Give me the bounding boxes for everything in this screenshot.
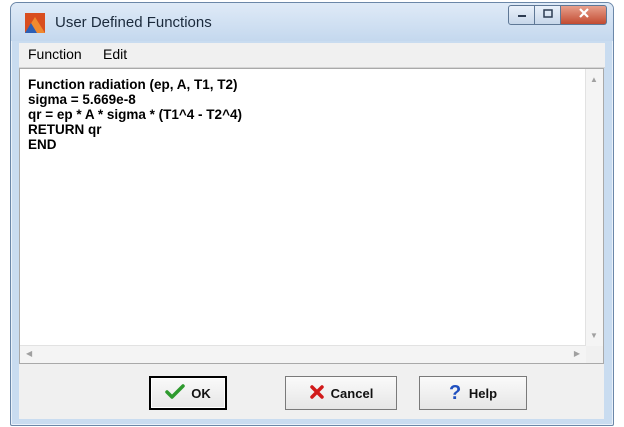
dialog-window: User Defined Functions Function Edit Fun… [10, 2, 614, 426]
minimize-icon [516, 6, 528, 24]
checkmark-icon [165, 383, 185, 403]
scroll-left-arrow-icon[interactable]: ◀ [26, 349, 32, 358]
button-bar: OK Cancel ? Help [19, 364, 604, 419]
vertical-scrollbar[interactable]: ▲ ▼ [585, 69, 603, 346]
scrollbar-corner [586, 346, 603, 363]
cancel-button[interactable]: Cancel [285, 376, 397, 410]
function-code-text[interactable]: Function radiation (ep, A, T1, T2) sigma… [28, 77, 242, 152]
maximize-icon [542, 6, 554, 24]
cancel-label: Cancel [330, 385, 374, 401]
maximize-button[interactable] [535, 5, 561, 25]
svg-text:?: ? [449, 382, 461, 402]
scroll-up-arrow-icon[interactable]: ▲ [590, 75, 598, 84]
ok-label: OK [191, 385, 211, 401]
horizontal-scrollbar[interactable]: ◀ ▶ [20, 345, 586, 363]
x-icon [309, 384, 325, 403]
close-icon [577, 6, 591, 24]
close-button[interactable] [561, 5, 607, 25]
minimize-button[interactable] [508, 5, 535, 25]
scroll-right-arrow-icon[interactable]: ▶ [574, 349, 580, 358]
title-bar[interactable]: User Defined Functions [11, 3, 613, 41]
ok-button[interactable]: OK [149, 376, 227, 410]
code-editor[interactable]: Function radiation (ep, A, T1, T2) sigma… [19, 68, 604, 364]
help-label: Help [468, 385, 498, 401]
menu-edit[interactable]: Edit [103, 46, 127, 62]
scroll-down-arrow-icon[interactable]: ▼ [590, 331, 598, 340]
help-button[interactable]: ? Help [419, 376, 527, 410]
menu-function[interactable]: Function [28, 46, 82, 62]
menu-bar: Function Edit [19, 43, 605, 68]
window-title: User Defined Functions [55, 14, 212, 31]
window-controls [508, 5, 607, 27]
app-logo-icon [25, 13, 45, 33]
question-icon: ? [449, 382, 463, 405]
